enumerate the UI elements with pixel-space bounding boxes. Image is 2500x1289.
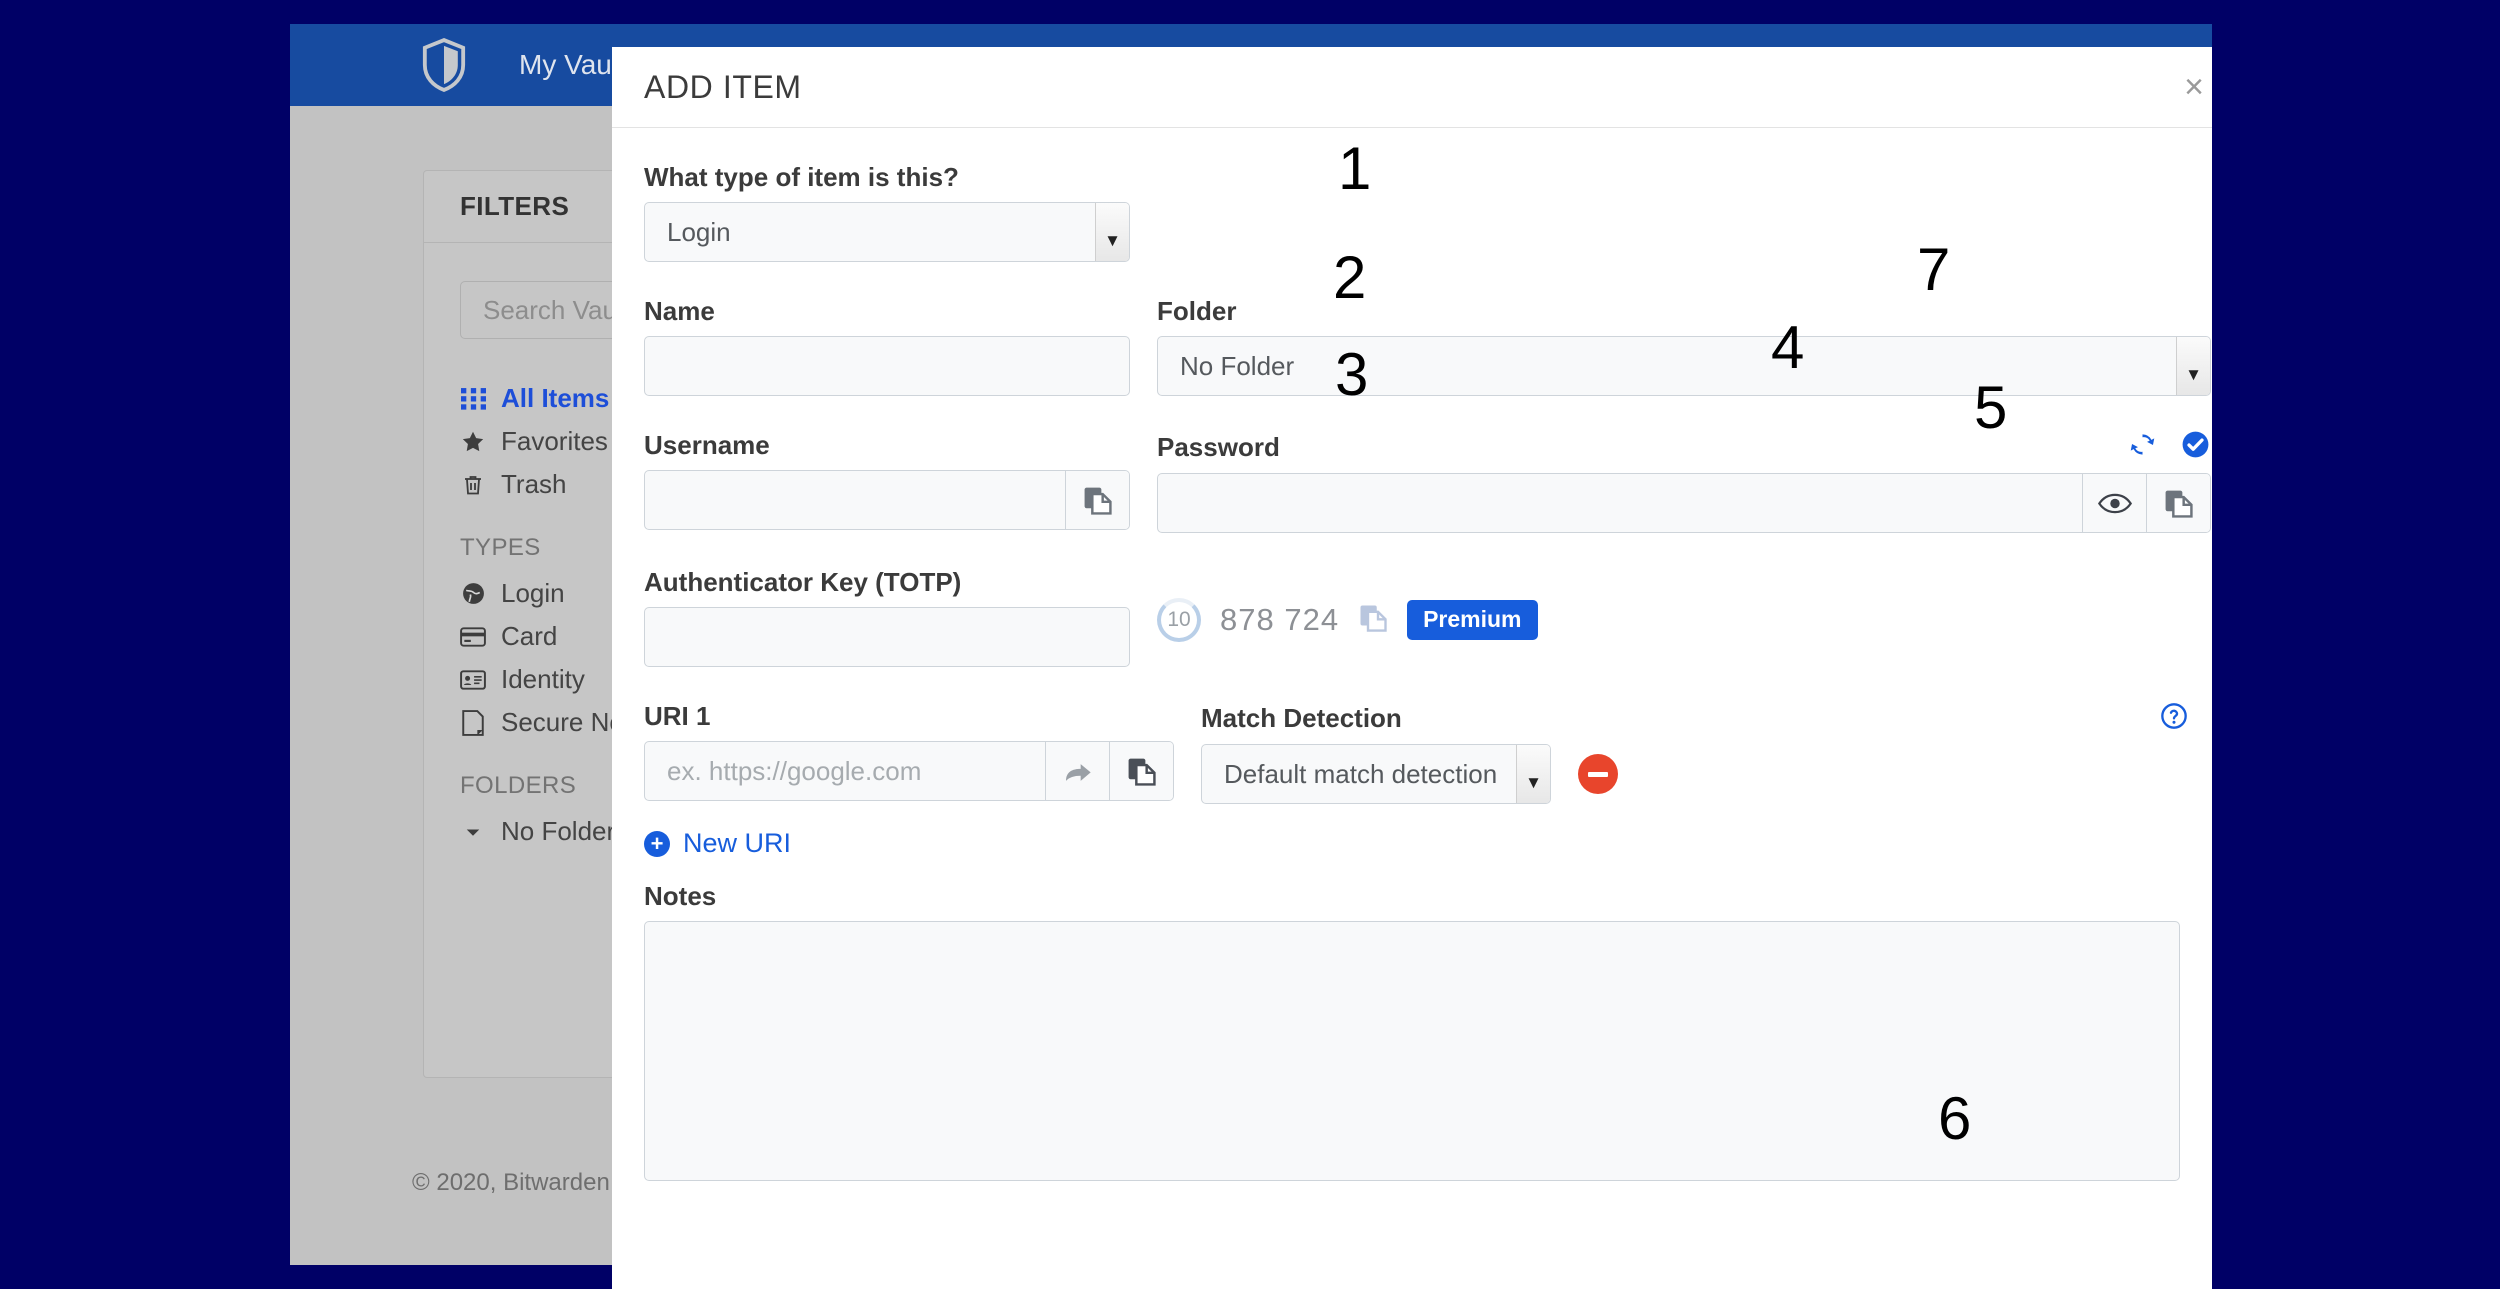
copy-icon[interactable] (2146, 474, 2210, 532)
regenerate-icon[interactable] (2127, 429, 2158, 465)
folder-select[interactable]: No Folder ▼ (1157, 336, 2211, 396)
folder-label: Folder (1157, 296, 1237, 326)
username-input[interactable] (644, 470, 1130, 530)
annotation-5: 5 (1974, 374, 2008, 441)
dialog-header: ADD ITEM × (612, 47, 2212, 128)
password-label: Password (1157, 431, 1280, 462)
name-input[interactable] (644, 336, 1130, 396)
totp-row: Authenticator Key (TOTP) 10 878 724 Prem… (644, 567, 2180, 667)
totp-input[interactable] (644, 607, 1130, 667)
match-detection-value: Default match detection (1224, 758, 1498, 789)
eye-icon[interactable] (2082, 474, 2146, 532)
dialog-body: What type of item is this? Login ▼ Name … (612, 128, 2212, 1181)
item-type-select[interactable]: Login ▼ (644, 202, 1130, 262)
name-folder-row: Name Folder No Folder ▼ (644, 296, 2211, 396)
chevron-down-icon: ▼ (1516, 745, 1550, 803)
annotation-6: 6 (1938, 1085, 1972, 1152)
note-icon (460, 709, 486, 736)
password-label-row: Password (1157, 430, 2211, 464)
id-card-icon (460, 667, 486, 693)
uri-placeholder: ex. https://google.com (667, 755, 922, 786)
sidebar-item-label: No Folder (501, 816, 616, 846)
totp-code: 878 724 (1220, 602, 1340, 637)
folder-group: Folder No Folder ▼ (1157, 296, 2211, 396)
totp-display: 10 878 724 Premium (1157, 592, 1538, 642)
username-label: Username (644, 430, 770, 460)
match-detection-label: Match Detection (1201, 702, 1402, 733)
uri-group: URI 1 ex. https://google.com (644, 701, 1174, 804)
uri-row: URI 1 ex. https://google.com Match Detec… (644, 701, 2187, 804)
plus-circle-icon: + (644, 830, 670, 857)
trash-icon (460, 472, 486, 498)
nav-link-my-vault[interactable]: My Vault (519, 49, 626, 81)
globe-icon (460, 581, 486, 607)
credentials-row: Username Password (644, 430, 2211, 533)
launch-arrow-icon[interactable] (1045, 742, 1109, 800)
sidebar-item-label: Favorites (501, 426, 608, 456)
match-detection-label-row: Match Detection (1201, 701, 2211, 735)
annotation-3: 3 (1335, 341, 1369, 408)
item-type-value: Login (667, 216, 731, 247)
minus-circle-icon[interactable] (1578, 754, 1618, 794)
copy-icon[interactable] (1358, 603, 1388, 638)
username-group: Username (644, 430, 1130, 533)
item-type-label: What type of item is this? (644, 162, 959, 192)
question-circle-icon[interactable] (2160, 702, 2188, 735)
sidebar-item-label: Card (501, 621, 558, 651)
totp-group: Authenticator Key (TOTP) (644, 567, 1130, 667)
notes-label: Notes (644, 881, 717, 911)
name-label: Name (644, 296, 715, 326)
sidebar-item-label: Identity (501, 664, 585, 694)
minus-bar (1588, 771, 1608, 777)
sidebar-item-label: All Items (501, 383, 610, 413)
match-detection-select[interactable]: Default match detection ▼ (1201, 744, 1551, 804)
grid-icon (460, 386, 486, 412)
shield-icon (421, 37, 467, 93)
sidebar-item-label: Login (501, 578, 565, 608)
annotation-2: 2 (1333, 244, 1367, 311)
chevron-down-icon: ▼ (1095, 203, 1129, 261)
add-item-dialog: ADD ITEM × What type of item is this? Lo… (612, 47, 2212, 1289)
match-detection-group: Match Detection Default match detection … (1201, 701, 2211, 804)
card-icon (460, 624, 486, 650)
uri-input[interactable]: ex. https://google.com (644, 741, 1174, 801)
annotation-1: 1 (1338, 135, 1372, 202)
name-group: Name (644, 296, 1130, 396)
password-group: Password (1157, 430, 2211, 533)
new-uri-button[interactable]: + New URI (644, 828, 2180, 859)
search-placeholder: Search Vault (483, 294, 630, 325)
password-label-actions (2127, 429, 2211, 465)
sidebar-item-label: Trash (501, 469, 567, 499)
caret-down-icon (460, 819, 486, 845)
copy-icon[interactable] (1109, 742, 1173, 800)
copy-icon[interactable] (1065, 471, 1129, 529)
totp-label: Authenticator Key (TOTP) (644, 567, 962, 597)
annotation-7: 7 (1917, 236, 1951, 303)
folder-value: No Folder (1180, 350, 1295, 381)
totp-countdown: 10 (1157, 598, 1201, 642)
premium-badge: Premium (1407, 600, 1538, 640)
new-uri-label: New URI (683, 828, 792, 858)
chevron-down-icon: ▼ (2176, 337, 2210, 395)
close-icon[interactable]: × (2184, 70, 2204, 104)
check-circle-icon[interactable] (2180, 429, 2211, 465)
star-icon (460, 429, 486, 455)
password-input[interactable] (1157, 473, 2211, 533)
uri-label: URI 1 (644, 701, 711, 731)
annotation-4: 4 (1771, 314, 1805, 381)
dialog-title: ADD ITEM (644, 68, 802, 105)
